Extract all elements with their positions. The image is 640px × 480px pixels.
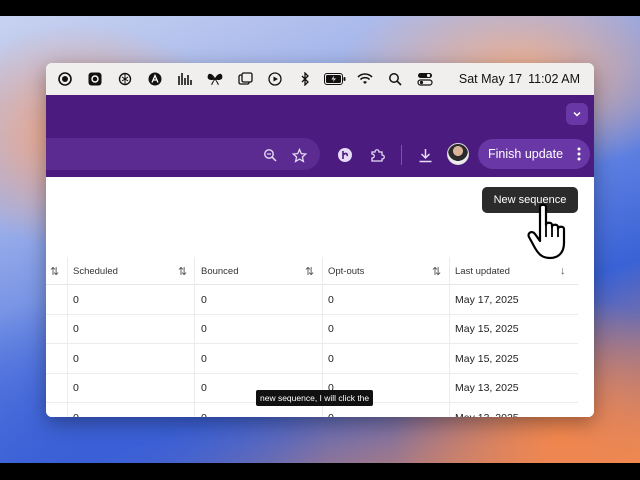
cell-bounced: 0 <box>201 293 207 306</box>
cell-opt-outs: 0 <box>328 323 334 336</box>
wifi-icon[interactable] <box>350 63 380 95</box>
cell-scheduled: 0 <box>73 293 79 306</box>
finish-update-label: Finish update <box>488 147 564 161</box>
sort-icon[interactable]: ⇅ <box>50 257 59 285</box>
butterfly-icon[interactable] <box>200 63 230 95</box>
cell-last-updated: May 15, 2025 <box>455 352 519 365</box>
cell-bounced: 0 <box>201 352 207 365</box>
letterbox-top <box>0 0 640 16</box>
cell-bounced: 0 <box>201 382 207 395</box>
record-icon[interactable] <box>50 63 80 95</box>
menu-bar-clock[interactable]: Sat May 17 11:02 AM <box>453 72 594 86</box>
sort-icon[interactable]: ⇅ <box>305 257 314 285</box>
cell-scheduled: 0 <box>73 323 79 336</box>
chart-icon[interactable] <box>170 63 200 95</box>
cell-last-updated: May 13, 2025 <box>455 382 519 395</box>
kebab-menu-icon[interactable] <box>577 147 581 161</box>
table-row[interactable]: 0 0 0 May 17, 2025 <box>46 285 578 315</box>
letterbox-bottom <box>0 463 640 480</box>
table-row[interactable]: 0 0 0 May 15, 2025 <box>46 315 578 345</box>
table-header-row: ⇅ Scheduled ⇅ Bounced ⇅ Opt-outs ⇅ Last … <box>46 257 578 285</box>
cell-bounced: 0 <box>201 323 207 336</box>
macos-menu-bar: Sat May 17 11:02 AM <box>46 63 594 95</box>
menu-bar-time: 11:02 AM <box>528 72 580 86</box>
cell-last-updated: May 13, 2025 <box>455 403 519 417</box>
menu-bar-date: Sat May 17 <box>458 72 523 86</box>
cell-scheduled: 0 <box>73 352 79 365</box>
cell-opt-outs: 0 <box>328 293 334 306</box>
app-icon[interactable] <box>80 63 110 95</box>
table-row[interactable]: 0 0 0 May 15, 2025 <box>46 344 578 374</box>
sort-descending-icon[interactable]: ↓ <box>560 257 566 285</box>
sort-icon[interactable]: ⇅ <box>432 257 441 285</box>
chevron-down-icon <box>573 111 581 117</box>
browser-window: Sat May 17 11:02 AM Finish update New se… <box>46 63 594 417</box>
bluetooth-icon[interactable] <box>290 63 320 95</box>
download-icon[interactable] <box>414 144 436 166</box>
window-icon[interactable] <box>230 63 260 95</box>
column-header-opt-outs[interactable]: Opt-outs <box>328 257 364 285</box>
zoom-icon[interactable] <box>259 144 281 166</box>
column-header-bounced[interactable]: Bounced <box>201 257 239 285</box>
cell-last-updated: May 15, 2025 <box>455 323 519 336</box>
cell-scheduled: 0 <box>73 382 79 395</box>
cell-last-updated: May 17, 2025 <box>455 293 519 306</box>
cell-bounced: 0 <box>201 403 207 417</box>
play-icon[interactable] <box>260 63 290 95</box>
video-caption: new sequence, I will click the <box>256 390 374 406</box>
profile-avatar[interactable] <box>447 143 469 165</box>
tab-strip <box>46 95 594 133</box>
page-content: New sequence ⇅ Scheduled ⇅ Bounced ⇅ Opt… <box>46 177 594 417</box>
cell-opt-outs: 0 <box>328 352 334 365</box>
bookmark-star-icon[interactable] <box>288 144 310 166</box>
puzzle-icon[interactable] <box>366 144 388 166</box>
sort-icon[interactable]: ⇅ <box>178 257 187 285</box>
tab-search-button[interactable] <box>566 103 588 125</box>
pointer-hand-cursor-icon <box>527 203 566 260</box>
search-icon[interactable] <box>380 63 410 95</box>
openai-icon[interactable] <box>110 63 140 95</box>
extension-icon[interactable] <box>334 144 356 166</box>
toolbar-divider <box>401 145 402 165</box>
column-header-last-updated[interactable]: Last updated <box>455 257 510 285</box>
browser-toolbar: Finish update <box>46 133 594 177</box>
battery-icon[interactable] <box>320 63 350 95</box>
column-header-scheduled[interactable]: Scheduled <box>73 257 118 285</box>
anthropic-icon[interactable] <box>140 63 170 95</box>
cell-scheduled: 0 <box>73 403 79 417</box>
finish-update-button[interactable]: Finish update <box>478 139 590 169</box>
control-center-icon[interactable] <box>410 63 440 95</box>
